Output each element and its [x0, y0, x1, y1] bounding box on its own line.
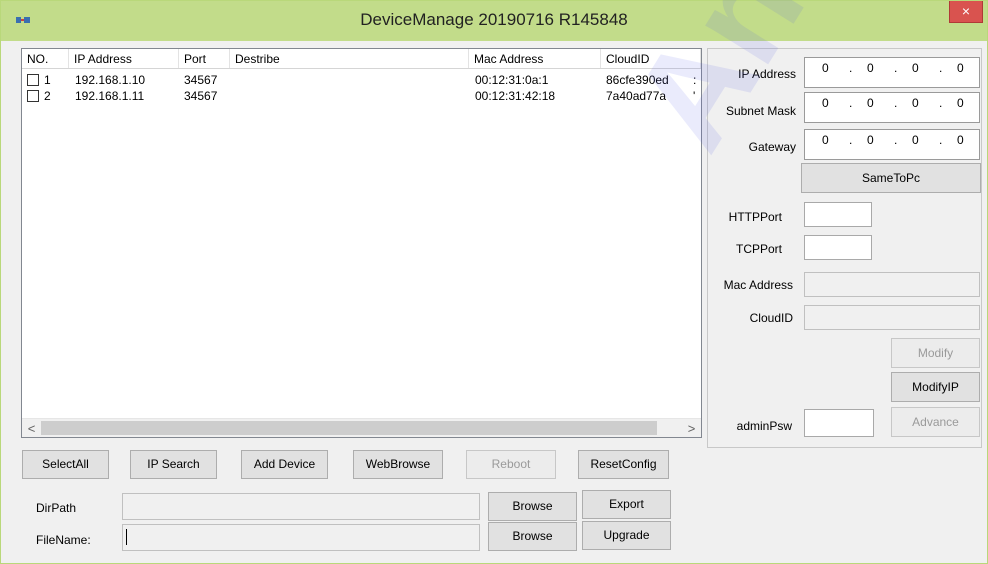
reset-config-button[interactable]: ResetConfig [578, 450, 669, 479]
gateway-label: Gateway [748, 140, 796, 154]
list-header: NO. IP Address Port Destribe Mac Address… [22, 49, 701, 69]
subnet-mask-input[interactable]: 0 . 0 . 0 . 0 [804, 92, 980, 123]
column-header-port[interactable]: Port [179, 49, 230, 68]
row-cloudid: 86cfe390ed [606, 73, 669, 87]
scroll-right-icon[interactable]: > [683, 420, 700, 437]
row-mac: 00:12:31:0a:1 [475, 73, 549, 87]
ip-dot: . [939, 61, 943, 75]
gateway-input[interactable]: 0 . 0 . 0 . 0 [804, 129, 980, 160]
subnet-mask-label: Subnet Mask [725, 104, 796, 118]
cloudid-input[interactable] [804, 305, 980, 330]
gateway-dot: . [939, 133, 943, 147]
browse-file-button[interactable]: Browse [488, 522, 577, 551]
gateway-octet-3: 0 [912, 133, 919, 147]
subnet-octet-2: 0 [867, 96, 874, 110]
gateway-octet-1: 0 [822, 133, 829, 147]
admin-password-label: adminPsw [736, 419, 792, 433]
row-port: 34567 [184, 73, 218, 87]
filename-input[interactable] [122, 524, 480, 551]
close-button[interactable]: × [949, 1, 983, 23]
gateway-octet-4: 0 [957, 133, 964, 147]
device-list[interactable]: NO. IP Address Port Destribe Mac Address… [21, 48, 702, 438]
device-manage-window: DeviceManage 20190716 R145848 × NO. IP A… [0, 0, 988, 564]
column-header-describe[interactable]: Destribe [230, 49, 469, 68]
dirpath-label: DirPath [36, 501, 77, 515]
ip-octet-4: 0 [957, 61, 964, 75]
column-header-cloudid[interactable]: CloudID [601, 49, 701, 68]
row-extra: : [693, 73, 697, 87]
ip-octet-2: 0 [867, 61, 874, 75]
table-row[interactable]: 1 192.168.1.10 34567 00:12:31:0a:1 86cfe… [22, 72, 701, 88]
add-device-button[interactable]: Add Device [241, 450, 328, 479]
upgrade-button[interactable]: Upgrade [582, 521, 671, 550]
ip-address-label: IP Address [738, 67, 796, 81]
row-ip: 192.168.1.11 [75, 89, 145, 103]
column-header-ip[interactable]: IP Address [69, 49, 179, 68]
gateway-dot: . [894, 133, 898, 147]
http-port-label: HTTPPort [728, 210, 782, 224]
gateway-dot: . [849, 133, 853, 147]
row-checkbox[interactable] [27, 74, 39, 86]
ip-octet-3: 0 [912, 61, 919, 75]
http-port-input[interactable] [804, 202, 872, 227]
row-extra: ' [693, 89, 696, 103]
network-config-panel: IP Address 0 . 0 . 0 . 0 Subnet Mask 0 .… [707, 48, 982, 448]
text-cursor [126, 529, 127, 545]
column-header-mac[interactable]: Mac Address [469, 49, 601, 68]
row-cloudid: 7a40ad77a [606, 89, 667, 103]
row-checkbox[interactable] [27, 90, 39, 102]
ip-octet-1: 0 [822, 61, 829, 75]
scroll-thumb[interactable] [41, 421, 657, 435]
row-no: 2 [44, 89, 51, 103]
modify-ip-button[interactable]: ModifyIP [891, 372, 980, 402]
select-all-button[interactable]: SelectAll [22, 450, 109, 479]
subnet-octet-4: 0 [957, 96, 964, 110]
row-no: 1 [44, 73, 51, 87]
scroll-left-icon[interactable]: < [23, 420, 40, 437]
subnet-dot: . [849, 96, 853, 110]
ip-address-input[interactable]: 0 . 0 . 0 . 0 [804, 57, 980, 88]
subnet-dot: . [939, 96, 943, 110]
modify-button[interactable]: Modify [891, 338, 980, 368]
reboot-button[interactable]: Reboot [466, 450, 556, 479]
column-header-no[interactable]: NO. [22, 49, 69, 68]
cloudid-label: CloudID [749, 311, 793, 325]
dirpath-input[interactable] [122, 493, 480, 520]
browse-dir-button[interactable]: Browse [488, 492, 577, 521]
export-button[interactable]: Export [582, 490, 671, 519]
advance-button[interactable]: Advance [891, 407, 980, 437]
window-title: DeviceManage 20190716 R145848 [360, 10, 628, 29]
web-browse-button[interactable]: WebBrowse [353, 450, 443, 479]
admin-password-input[interactable] [804, 409, 874, 437]
mac-address-input[interactable] [804, 272, 980, 297]
subnet-octet-1: 0 [822, 96, 829, 110]
subnet-octet-3: 0 [912, 96, 919, 110]
row-mac: 00:12:31:42:18 [475, 89, 556, 103]
title-bar[interactable]: DeviceManage 20190716 R145848 × [1, 1, 987, 41]
tcp-port-label: TCPPort [735, 242, 782, 256]
table-row[interactable]: 2 192.168.1.11 34567 00:12:31:42:18 7a40… [22, 88, 701, 104]
ip-dot: . [849, 61, 853, 75]
subnet-dot: . [894, 96, 898, 110]
row-ip: 192.168.1.10 [75, 73, 146, 87]
ip-search-button[interactable]: IP Search [130, 450, 217, 479]
horizontal-scrollbar[interactable]: < > [22, 418, 701, 437]
tcp-port-input[interactable] [804, 235, 872, 260]
mac-address-label: Mac Address [723, 278, 793, 292]
gateway-octet-2: 0 [867, 133, 874, 147]
filename-label: FileName: [36, 533, 91, 547]
same-to-pc-button[interactable]: SameToPc [801, 163, 981, 193]
ip-dot: . [894, 61, 898, 75]
row-port: 34567 [184, 89, 218, 103]
list-body: 1 192.168.1.10 34567 00:12:31:0a:1 86cfe… [22, 70, 701, 418]
